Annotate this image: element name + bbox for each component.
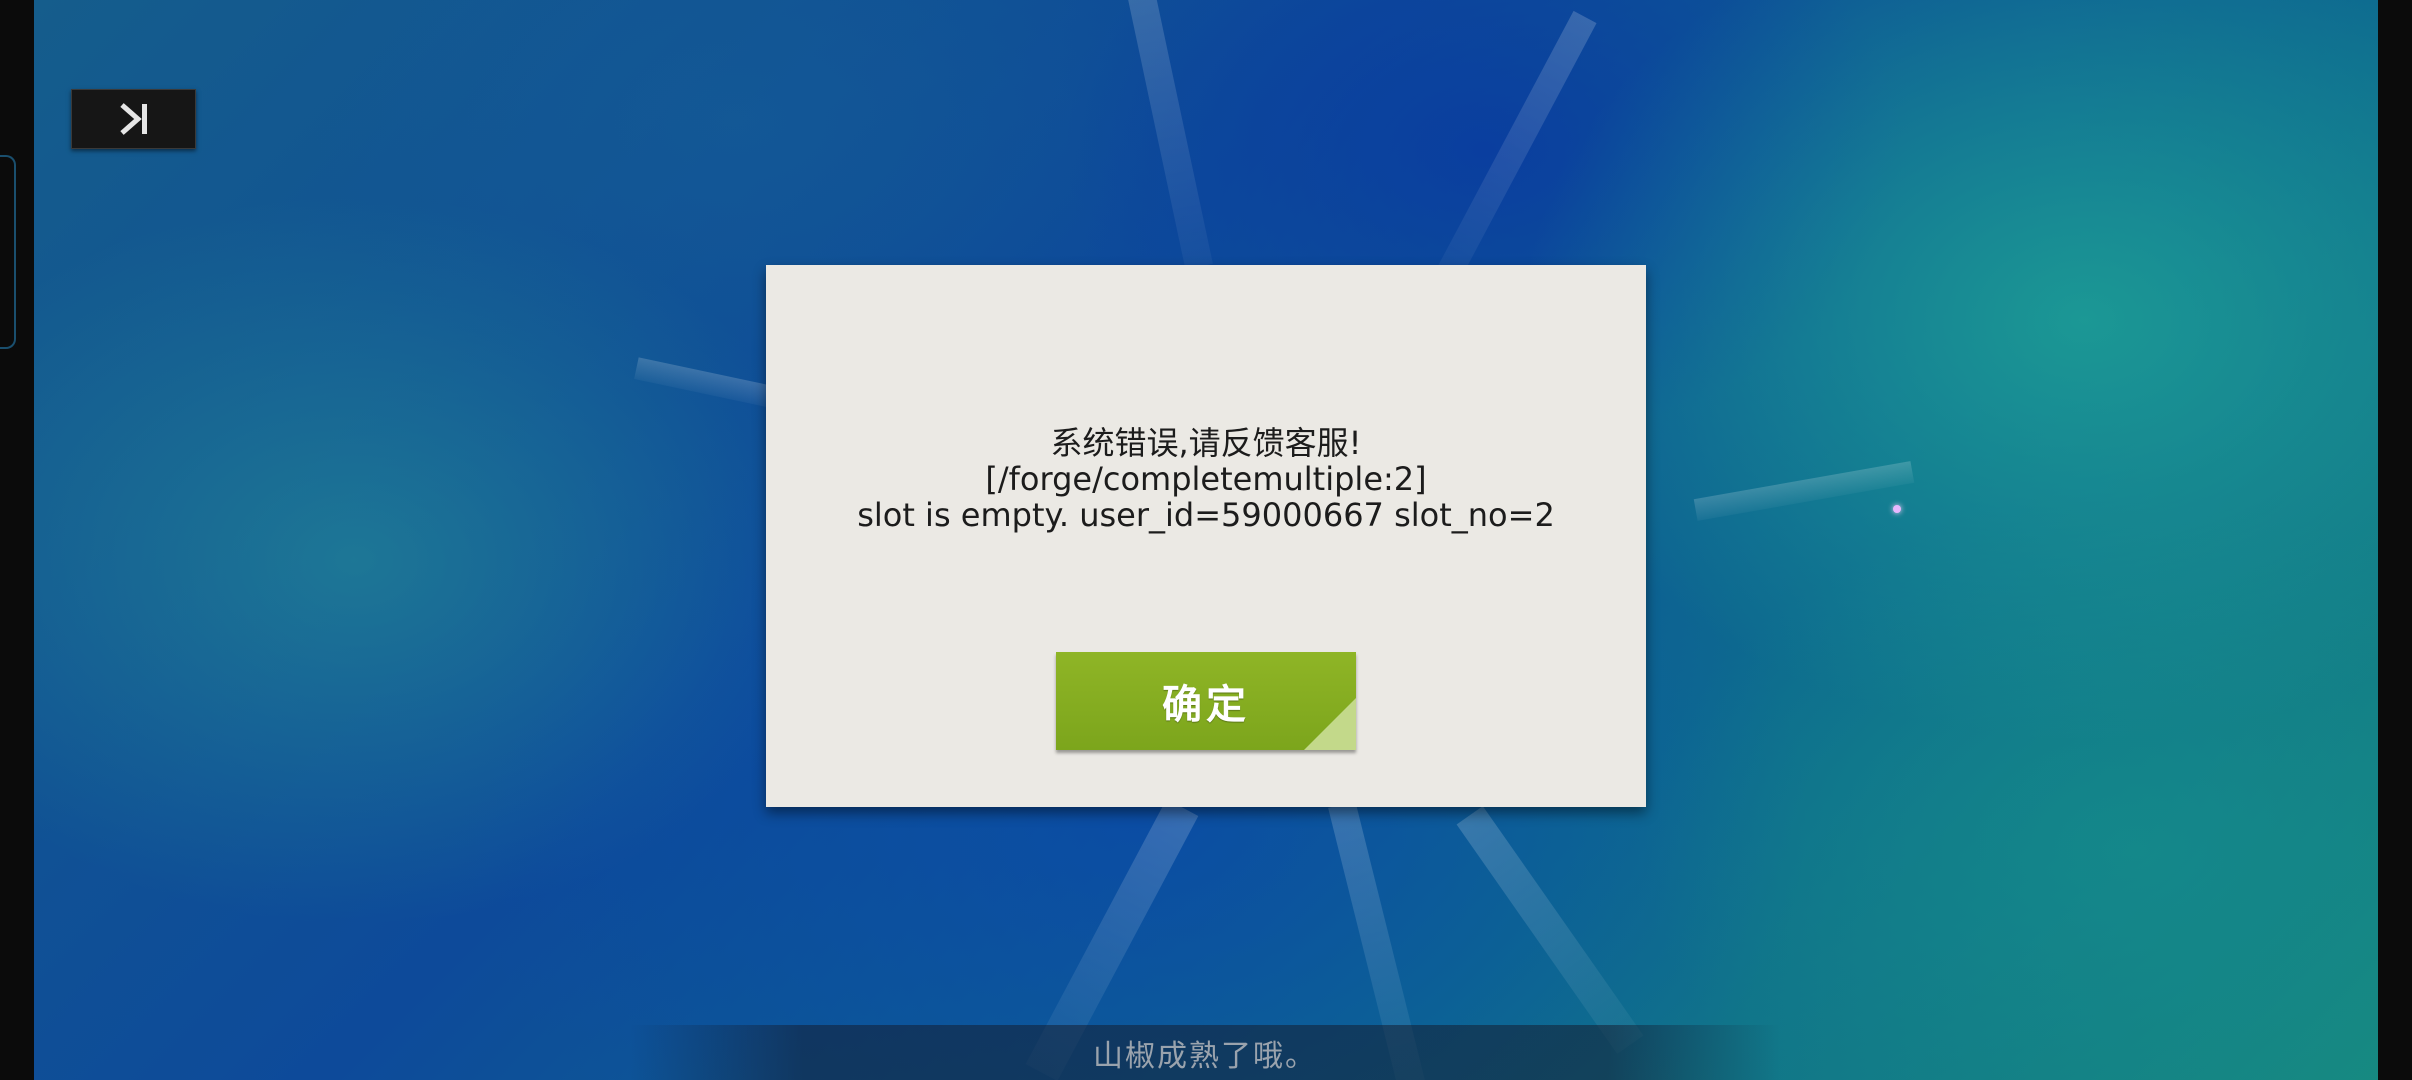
dialog-message: 系统错误,请反馈客服! [/forge/completemultiple:2] … <box>766 425 1646 533</box>
sparkle-particle <box>1893 505 1901 513</box>
left-edge-tab <box>0 155 16 349</box>
light-ray <box>1123 0 1213 270</box>
right-bezel <box>2378 0 2412 1080</box>
light-ray <box>1456 806 1644 1054</box>
subtitle-bar: 山椒成熟了哦。 <box>630 1025 1780 1080</box>
message-line: [/forge/completemultiple:2] <box>985 460 1427 498</box>
game-screen: 山椒成熟了哦。 系统错误,请反馈客服! [/forge/completemult… <box>0 0 2412 1080</box>
light-ray <box>1437 10 1597 280</box>
confirm-button[interactable]: 确定 <box>1056 652 1356 750</box>
message-line: 系统错误,请反馈客服! <box>1050 424 1362 462</box>
left-bezel <box>0 0 34 1080</box>
error-dialog: 系统错误,请反馈客服! [/forge/completemultiple:2] … <box>766 265 1646 807</box>
light-ray <box>1693 461 1915 521</box>
skip-button[interactable] <box>71 89 196 149</box>
message-line: slot is empty. user_id=59000667 slot_no=… <box>857 496 1555 534</box>
subtitle-text: 山椒成熟了哦。 <box>1093 1038 1317 1074</box>
confirm-button-label: 确定 <box>1162 681 1250 728</box>
skip-to-end-icon <box>119 103 147 135</box>
